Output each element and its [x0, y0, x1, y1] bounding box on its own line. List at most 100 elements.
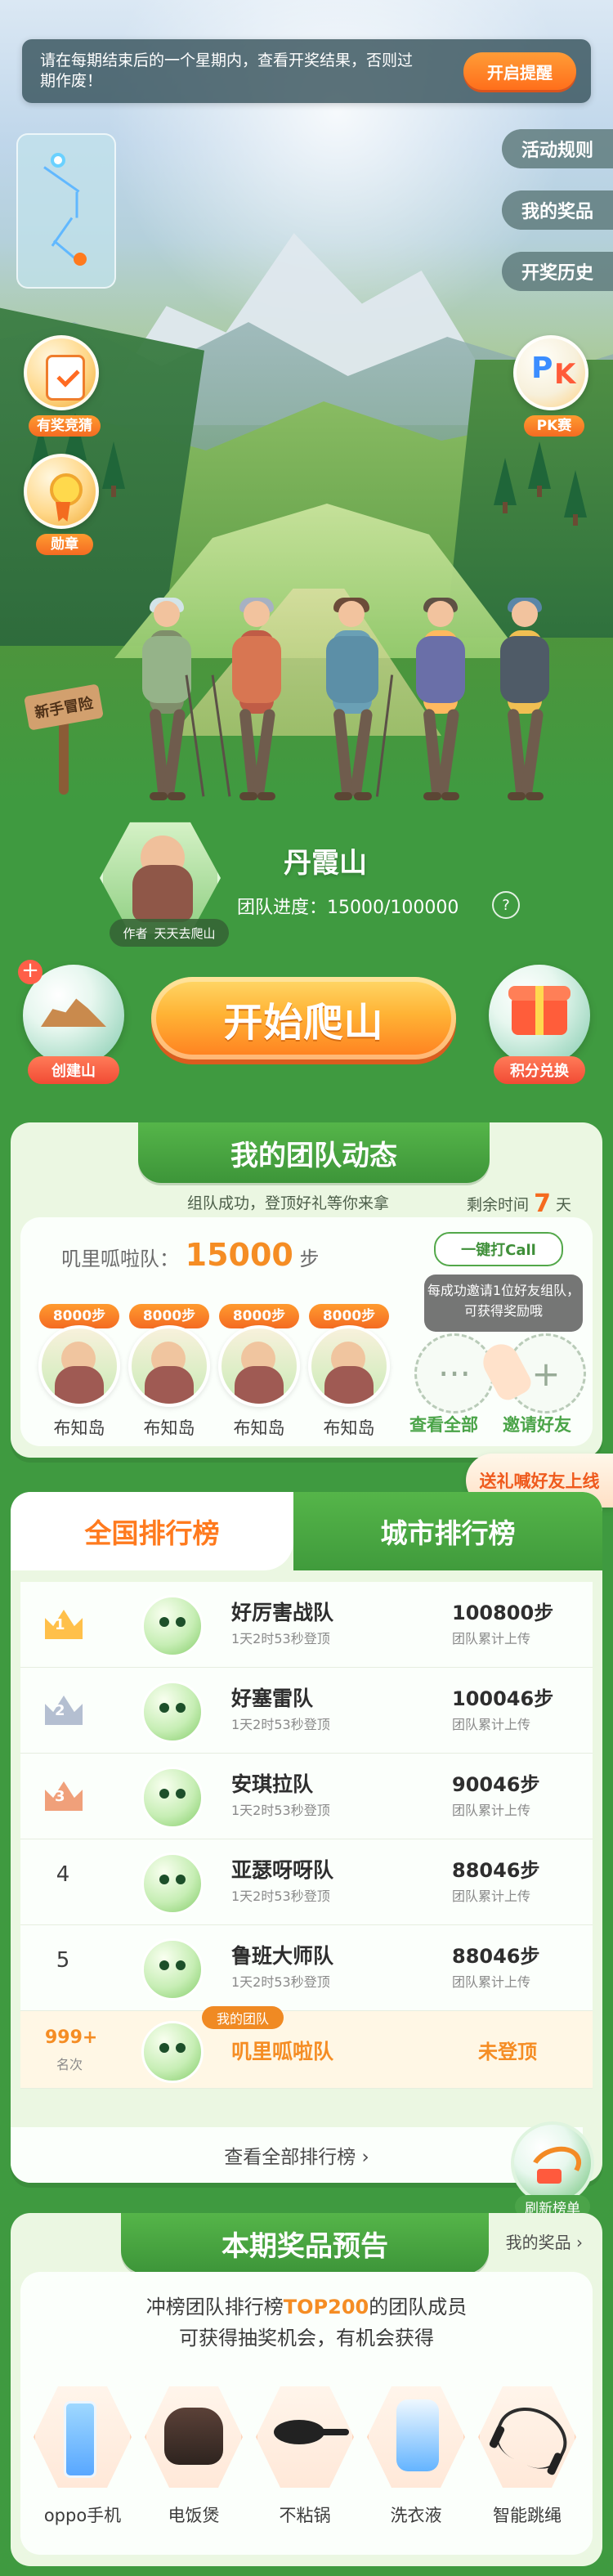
my-prizes-link[interactable]: 我的奖品 › — [506, 2229, 583, 2253]
author-pill: 作者 天天去爬山 — [110, 919, 229, 947]
view-all-ranking-link[interactable]: 查看全部排行榜 › — [11, 2127, 583, 2183]
beginner-adventure-sign[interactable]: 新手冒险 — [24, 675, 104, 801]
team-meta: 1天2时53秒登顶 — [231, 1631, 330, 1646]
team-step-meta: 团队累计上传 — [452, 1974, 531, 1990]
my-team-ranking-row[interactable]: 我的团队 999+ 名次 叽里呱啦队 未登顶 — [20, 2006, 593, 2089]
tab-city-ranking[interactable]: 城市排行榜 — [293, 1492, 602, 1570]
hiker — [493, 598, 557, 801]
member-name: 布知岛 — [53, 1418, 105, 1438]
team-member-card[interactable]: 8000步 布知岛 — [218, 1304, 300, 1440]
shoe-icon — [354, 792, 372, 800]
view-all-members-link[interactable]: 查看全部 — [409, 1412, 478, 1436]
help-icon[interactable]: ? — [492, 891, 520, 919]
team-steps: 15000 — [185, 1237, 293, 1273]
team-member-card[interactable]: 8000步 布知岛 — [308, 1304, 390, 1440]
prize-name: 电饭煲 — [168, 2506, 220, 2525]
prize-item[interactable]: 洗衣液 — [367, 2383, 465, 2527]
pk-entry[interactable]: P K PK赛 — [513, 335, 595, 437]
team-avatar — [141, 1595, 204, 1657]
my-team-badge: 我的团队 — [202, 2006, 284, 2029]
hiker-leg — [162, 708, 186, 798]
prize-item[interactable]: 电饭煲 — [145, 2383, 243, 2527]
team-dynamics-card: 我的团队动态 组队成功，登顶好礼等你来拿 剩余时间 7 天 叽里呱啦队： 150… — [11, 1122, 602, 1458]
more-members-icon[interactable]: ··· — [414, 1333, 494, 1413]
prize-item[interactable]: 智能跳绳 — [478, 2383, 576, 2527]
shoe-icon — [508, 792, 526, 800]
hiker-head — [244, 601, 270, 627]
detergent-icon — [367, 2386, 465, 2489]
medal-entry[interactable]: 勋章 — [24, 454, 105, 555]
team-avatar — [141, 1681, 204, 1743]
my-rank-meta: 名次 — [56, 2057, 83, 2072]
ranking-row[interactable]: 1 好厉害战队 1天2时53秒登顶 100800步 团队累计上传 — [20, 1582, 593, 1668]
create-mountain-button[interactable]: + 创建山 — [18, 960, 124, 1084]
ranking-row[interactable]: 2 好塞雷队 1天2时53秒登顶 100046步 团队累计上传 — [20, 1668, 593, 1754]
route-map-thumbnail[interactable] — [16, 133, 116, 289]
map-end-pin-icon — [74, 253, 87, 266]
jump-rope-icon — [478, 2386, 576, 2489]
team-dynamics-panel: 叽里呱啦队： 15000 步 一键打Call 每成功邀请1位好友组队，可获得奖励… — [20, 1217, 593, 1446]
member-avatar — [308, 1325, 390, 1407]
medal-label: 勋章 — [36, 534, 93, 555]
hiker-head — [427, 601, 454, 627]
backpack-icon — [326, 636, 378, 703]
author-prefix: 作者 — [123, 925, 148, 941]
tree-icon — [102, 441, 125, 497]
detergent-shape — [396, 2399, 439, 2471]
activity-rules-button[interactable]: 活动规则 — [502, 129, 613, 168]
ribbon-icon — [56, 502, 70, 522]
refresh-arrow-icon — [525, 2139, 587, 2193]
draw-history-button[interactable]: 开奖历史 — [502, 252, 613, 291]
prize-desc-before: 冲榜团队排行榜 — [145, 2296, 284, 2318]
enable-reminder-button[interactable]: 开启提醒 — [463, 52, 576, 90]
remaining-time: 剩余时间 7 天 — [467, 1189, 571, 1218]
route-line — [75, 191, 78, 218]
prize-item[interactable]: oppo手机 — [34, 2383, 132, 2527]
start-climbing-button[interactable]: 开始爬山 — [151, 977, 456, 1060]
hiker-leg — [436, 708, 460, 798]
mountain-icon — [41, 998, 106, 1027]
tab-national-ranking[interactable]: 全国排行榜 — [11, 1492, 293, 1570]
team-member-card[interactable]: 8000步 布知岛 — [38, 1304, 120, 1440]
team-meta: 1天2时53秒登顶 — [231, 1803, 330, 1818]
prize-desc-line-2: 可获得抽奖机会，有机会获得 — [179, 2327, 434, 2350]
pk-icon: P K — [513, 335, 588, 410]
ranking-row[interactable]: 3 安琪拉队 1天2时53秒登顶 90046步 团队累计上传 — [20, 1754, 593, 1839]
map-start-pin-icon — [51, 153, 65, 168]
ranking-table: 1 好厉害战队 1天2时53秒登顶 100800步 团队累计上传 2 好塞雷队 … — [20, 1582, 593, 2089]
ranking-row[interactable]: 5 鲁班大师队 1天2时53秒登顶 88046步 团队累计上传 — [20, 1925, 593, 2011]
tree-icon — [528, 441, 551, 497]
member-name: 布知岛 — [143, 1418, 195, 1438]
shoe-icon — [257, 792, 275, 800]
quiz-entry[interactable]: 有奖竞猜 — [24, 335, 105, 437]
shoe-icon — [168, 792, 186, 800]
backpack-icon — [142, 636, 191, 703]
prize-preview-card: 本期奖品预告 我的奖品 › 冲榜团队排行榜TOP200的团队成员 可获得抽奖机会… — [11, 2213, 602, 2566]
hero-scene: 请在每期结束后的一个星期内，查看开奖结果，否则过期作废！ 开启提醒 活动规则 我… — [0, 0, 613, 801]
rice-cooker-icon — [145, 2386, 243, 2489]
refresh-ranking-button[interactable]: 刷新榜单 — [508, 2121, 597, 2218]
prize-name: 洗衣液 — [390, 2506, 442, 2525]
remaining-prefix: 剩余时间 — [467, 1196, 530, 1214]
avatar-backpack-icon — [235, 1366, 284, 1404]
team-steps: 100800步 — [452, 1602, 554, 1624]
one-click-call-button[interactable]: 一键打Call — [434, 1232, 563, 1266]
team-member-card[interactable]: 8000步 布知岛 — [128, 1304, 210, 1440]
my-prizes-button[interactable]: 我的奖品 — [502, 190, 613, 230]
hiker — [135, 598, 205, 801]
avatar-backpack-icon — [145, 1366, 194, 1404]
hiker-leg — [252, 708, 276, 798]
route-line — [43, 166, 80, 193]
team-dynamics-title: 我的团队动态 — [230, 1139, 397, 1172]
author-name: 天天去爬山 — [154, 925, 216, 941]
hiker-leg — [520, 708, 544, 798]
my-team-status: 未登顶 — [478, 2041, 537, 2063]
trekking-pole-icon — [211, 674, 231, 797]
gift-ribbon — [535, 986, 544, 1035]
points-exchange-button[interactable]: 积分兑换 — [489, 965, 590, 1084]
ranking-row[interactable]: 4 亚瑟呀呀队 1天2时53秒登顶 88046步 团队累计上传 — [20, 1839, 593, 1925]
prize-item[interactable]: 不粘锅 — [256, 2383, 354, 2527]
invite-friends-link[interactable]: 邀请好友 — [503, 1412, 571, 1436]
prize-title: 本期奖品预告 — [221, 2229, 388, 2263]
team-dynamics-subtitle: 组队成功，登顶好礼等你来拿 — [187, 1194, 390, 1212]
